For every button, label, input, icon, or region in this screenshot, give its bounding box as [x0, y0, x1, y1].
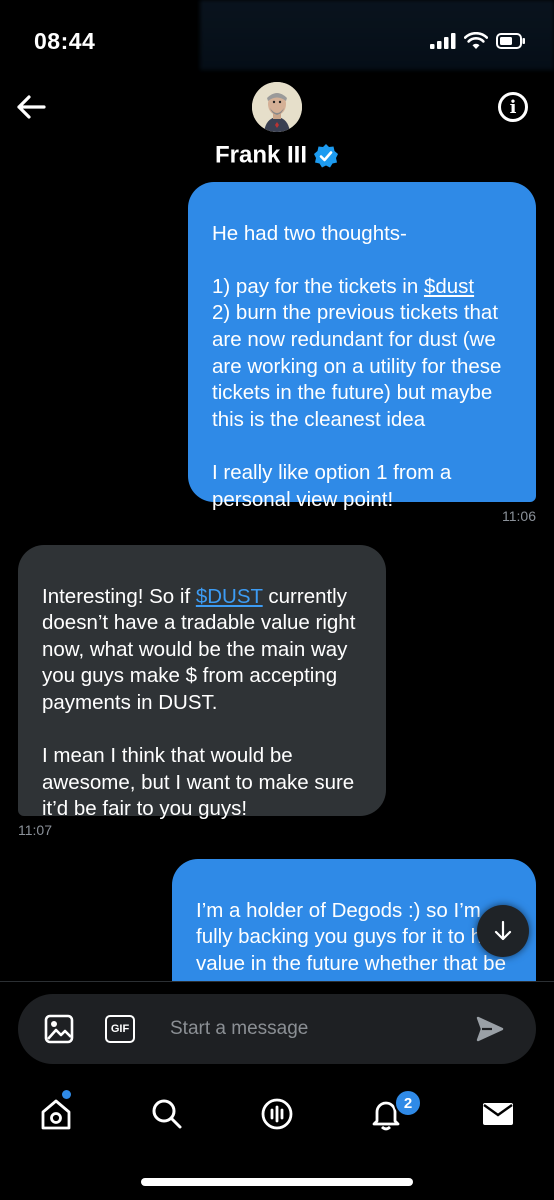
message-text: Interesting! So if — [42, 584, 196, 608]
info-icon[interactable]: i — [498, 92, 528, 122]
divider — [0, 981, 554, 982]
cashtag-link[interactable]: $dust — [424, 275, 474, 298]
battery-icon — [496, 33, 525, 49]
sent-message-bubble[interactable]: He had two thoughts- 1) pay for the tick… — [188, 182, 536, 511]
home-notification-dot — [62, 1090, 71, 1099]
gif-label: GIF — [110, 1023, 130, 1035]
cashtag-link[interactable]: $DUST — [196, 585, 263, 608]
message-text: 2) burn the previous tickets that are no… — [212, 301, 502, 431]
gif-icon[interactable]: GIF — [105, 1015, 135, 1043]
avatar-image — [252, 82, 302, 132]
status-time: 08:44 — [34, 28, 96, 54]
contact-name[interactable]: Frank III — [0, 141, 554, 170]
message-timestamp: 11:06 — [502, 508, 536, 524]
message-text: I mean I think that would be awesome, bu… — [42, 744, 355, 821]
home-icon[interactable] — [38, 1096, 74, 1132]
message-text: I’m a holder of Degods :) so I’m fully b… — [196, 898, 515, 981]
contact-name-text: Frank III — [214, 141, 308, 169]
received-message-bubble[interactable]: Interesting! So if $DUST currently doesn… — [18, 545, 386, 820]
search-icon[interactable] — [149, 1096, 185, 1132]
image-icon[interactable] — [44, 1014, 74, 1044]
spaces-icon[interactable] — [259, 1096, 295, 1132]
wifi-icon — [464, 32, 488, 49]
signal-icon — [430, 33, 456, 49]
message-text: I really like option 1 from a personal v… — [212, 460, 452, 511]
message-text: He had two thoughts- — [212, 221, 407, 245]
notification-badge: 2 — [394, 1089, 422, 1117]
message-text: 1) pay for the tickets in — [212, 274, 424, 298]
home-indicator — [141, 1178, 413, 1186]
arrow-down-icon — [494, 920, 512, 941]
scroll-to-bottom-button[interactable] — [477, 905, 529, 957]
send-icon[interactable] — [476, 1016, 504, 1042]
message-timestamp: 11:07 — [18, 822, 52, 838]
avatar[interactable] — [252, 82, 302, 132]
message-input[interactable]: Start a message — [170, 1018, 308, 1040]
status-icons — [430, 32, 526, 50]
messages-icon[interactable] — [480, 1096, 516, 1132]
verified-badge-icon — [314, 143, 339, 168]
back-arrow-icon[interactable] — [14, 90, 48, 124]
